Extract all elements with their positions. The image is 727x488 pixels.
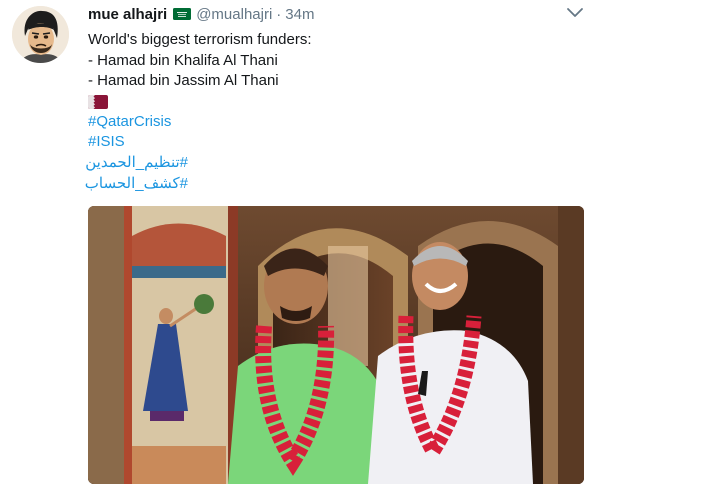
tweet-card[interactable]: mue alhajri @mualhajri · 34m World's big… [0, 0, 727, 488]
tweet-line-2: - Hamad bin Khalifa Al Thani [88, 51, 278, 69]
tweet-line-3: - Hamad bin Jassim Al Thani [88, 72, 279, 90]
hashtag-link[interactable]: #كشف_الحساب [85, 174, 188, 195]
display-name[interactable]: mue alhajri [88, 6, 167, 23]
tweet-text: World's biggest terrorism funders: - Ham… [85, 30, 312, 195]
hashtag-link[interactable]: #QatarCrisis [88, 112, 312, 133]
tweet-header: mue alhajri @mualhajri · 34m [88, 4, 314, 24]
separator-dot: · [276, 5, 282, 23]
qatar-flag-icon [88, 94, 108, 109]
user-handle[interactable]: @mualhajri [196, 6, 272, 23]
chevron-down-icon[interactable] [566, 6, 584, 20]
timestamp[interactable]: 34m [285, 6, 314, 23]
hashtag-link[interactable]: #تنظيم_الحمدين [85, 153, 188, 174]
saudi-flag-icon [173, 8, 192, 20]
photo-image [88, 206, 584, 484]
avatar[interactable] [12, 6, 69, 63]
tweet-photo[interactable] [88, 206, 584, 484]
cartoon-face-icon [12, 6, 69, 63]
tweet-line-1: World's biggest terrorism funders: [88, 31, 312, 48]
hashtag-link[interactable]: #ISIS [88, 132, 312, 153]
